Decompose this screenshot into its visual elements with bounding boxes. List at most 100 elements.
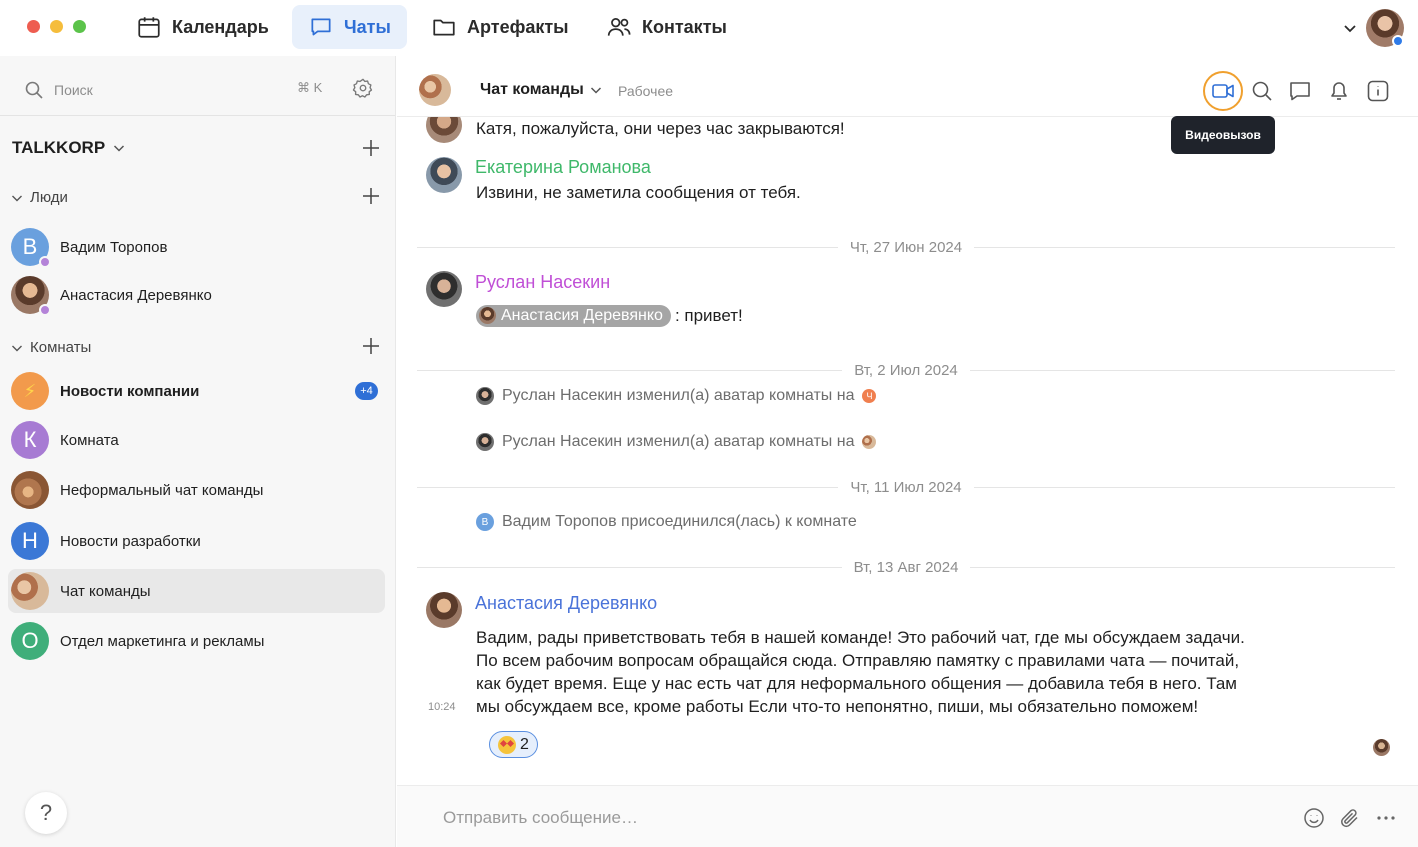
help-button[interactable]: ? [25, 792, 67, 834]
paperclip-icon[interactable] [1338, 806, 1362, 830]
avatar: К [11, 421, 49, 459]
message-author[interactable]: Анастасия Деревянко [475, 593, 657, 614]
tab-chats-label: Чаты [344, 16, 391, 37]
avatar [11, 276, 51, 316]
avatar-initial: Н [22, 528, 38, 553]
system-text: Вадим Торопов присоединился(лась) к комн… [502, 513, 857, 530]
message-avatar[interactable] [426, 271, 462, 307]
tab-artifacts-label: Артефакты [467, 16, 569, 37]
message-line: мы обсуждаем все, кроме работы Если что-… [476, 697, 1199, 716]
online-status-dot [1392, 35, 1404, 47]
sidebar-item-company-news[interactable]: ⚡ Новости компании +4 [8, 369, 385, 413]
reaction-chip[interactable]: 2 [489, 731, 538, 758]
message-text: Вадим, рады приветствовать тебя в нашей … [476, 626, 1245, 718]
workspace-name: TALKKORP [12, 138, 106, 157]
message-avatar[interactable] [426, 157, 462, 193]
sidebar-item-label: Чат команды [60, 582, 151, 600]
tab-contacts[interactable]: Контакты [590, 5, 743, 49]
window-maximize-button[interactable] [73, 20, 86, 33]
tab-chats[interactable]: Чаты [292, 5, 407, 49]
sidebar-item-label: Анастасия Деревянко [60, 286, 212, 304]
composer [397, 785, 1418, 847]
account-chevron-down-icon[interactable] [1340, 18, 1360, 38]
sidebar-item-label: Новости компании [60, 382, 200, 400]
chat-title-dropdown[interactable]: Чат команды [480, 81, 604, 99]
sidebar-item-informal-chat[interactable]: Неформальный чат команды [8, 468, 385, 512]
sidebar-item-label: Комната [60, 431, 119, 449]
user-mention[interactable]: Анастасия Деревянко [476, 304, 671, 327]
message-text: Извини, не заметила сообщения от тебя. [476, 183, 801, 202]
message-list[interactable]: Катя, пожалуйста, они через час закрываю… [397, 117, 1418, 785]
message-author[interactable]: Екатерина Романова [475, 157, 651, 178]
sidebar-divider [0, 115, 395, 116]
chat-avatar[interactable] [419, 74, 451, 106]
tab-contacts-label: Контакты [642, 16, 727, 37]
system-message: В Вадим Торопов присоединился(лась) к ко… [476, 513, 857, 531]
workspace-switcher[interactable]: TALKKORP [12, 138, 127, 158]
video-call-tooltip: Видеовызов [1171, 116, 1275, 154]
search-shortcut: ⌘ K [297, 80, 323, 95]
sidebar-item-marketing[interactable]: О Отдел маркетинга и рекламы [8, 619, 385, 663]
system-text: Руслан Насекин изменил(а) аватар комнаты… [502, 433, 855, 450]
chat-icon [311, 18, 331, 36]
message-line: По всем рабочим вопросам обращайся сюда.… [476, 651, 1240, 670]
sidebar: ⌘ K TALKKORP Люди В Вадим Торопов Анаста… [0, 56, 396, 847]
avatar: ⚡ [11, 372, 49, 410]
avatar: О [11, 622, 49, 660]
add-workspace-button[interactable] [360, 137, 382, 159]
add-room-button[interactable] [360, 335, 382, 357]
gear-icon[interactable] [352, 77, 374, 99]
top-bar: Календарь Чаты Артефакты Контакты [0, 0, 1418, 56]
system-avatar [476, 433, 494, 451]
tab-artifacts[interactable]: Артефакты [415, 5, 585, 49]
window-close-button[interactable] [27, 20, 40, 33]
window-minimize-button[interactable] [50, 20, 63, 33]
message-line: как будет время. Еще у нас есть чат для … [476, 674, 1237, 693]
search-icon [25, 81, 43, 99]
tab-calendar-label: Календарь [172, 16, 269, 37]
date-separator: Чт, 27 Июн 2024 [417, 239, 1395, 256]
add-person-button[interactable] [360, 185, 382, 207]
more-icon[interactable] [1374, 806, 1398, 830]
contacts-icon [607, 18, 631, 36]
section-people-label: Люди [30, 189, 68, 206]
calendar-icon [138, 17, 160, 38]
sidebar-item-team-chat[interactable]: Чат команды [8, 569, 385, 613]
tab-calendar[interactable]: Календарь [120, 5, 285, 49]
threads-icon[interactable] [1287, 78, 1313, 104]
star-struck-emoji-icon [498, 735, 516, 754]
status-dot [39, 304, 51, 316]
bell-icon[interactable] [1326, 78, 1352, 104]
sidebar-item-anastasia[interactable]: Анастасия Деревянко [8, 273, 385, 317]
avatar-initial: К [23, 427, 37, 452]
help-icon: ? [39, 800, 53, 825]
date-separator: Вт, 2 Июл 2024 [417, 362, 1395, 379]
avatar-initial: О [21, 628, 39, 653]
message-text: Катя, пожалуйста, они через час закрываю… [476, 119, 845, 138]
search-icon[interactable] [1249, 78, 1275, 104]
reaction-count: 2 [520, 735, 529, 753]
sidebar-item-vadim[interactable]: В Вадим Торопов [8, 225, 385, 269]
video-camera-icon [1212, 84, 1234, 98]
avatar [11, 572, 49, 610]
status-dot [39, 256, 51, 268]
message-input[interactable] [443, 806, 1243, 830]
message-text: Анастасия Деревянко : привет! [476, 304, 743, 327]
date-separator: Вт, 13 Авг 2024 [417, 559, 1396, 576]
section-people[interactable]: Люди [10, 189, 68, 206]
sidebar-item-room[interactable]: К Комната [8, 418, 385, 462]
message-avatar[interactable] [426, 117, 462, 143]
mention-name: Анастасия Деревянко [501, 307, 663, 324]
section-rooms-label: Комнаты [30, 339, 92, 356]
chat-subtitle: Рабочее [618, 83, 674, 99]
info-icon[interactable] [1365, 78, 1391, 104]
message-author[interactable]: Руслан Насекин [475, 272, 610, 293]
section-rooms[interactable]: Комнаты [10, 339, 91, 356]
message-line: Вадим, рады приветствовать тебя в нашей … [476, 628, 1245, 647]
chat-title: Чат команды [480, 81, 584, 98]
search-input[interactable] [54, 82, 254, 98]
emoji-icon[interactable] [1302, 806, 1326, 830]
system-avatar: В [476, 513, 494, 531]
sidebar-item-dev-news[interactable]: Н Новости разработки [8, 519, 385, 563]
message-avatar[interactable] [426, 592, 462, 628]
